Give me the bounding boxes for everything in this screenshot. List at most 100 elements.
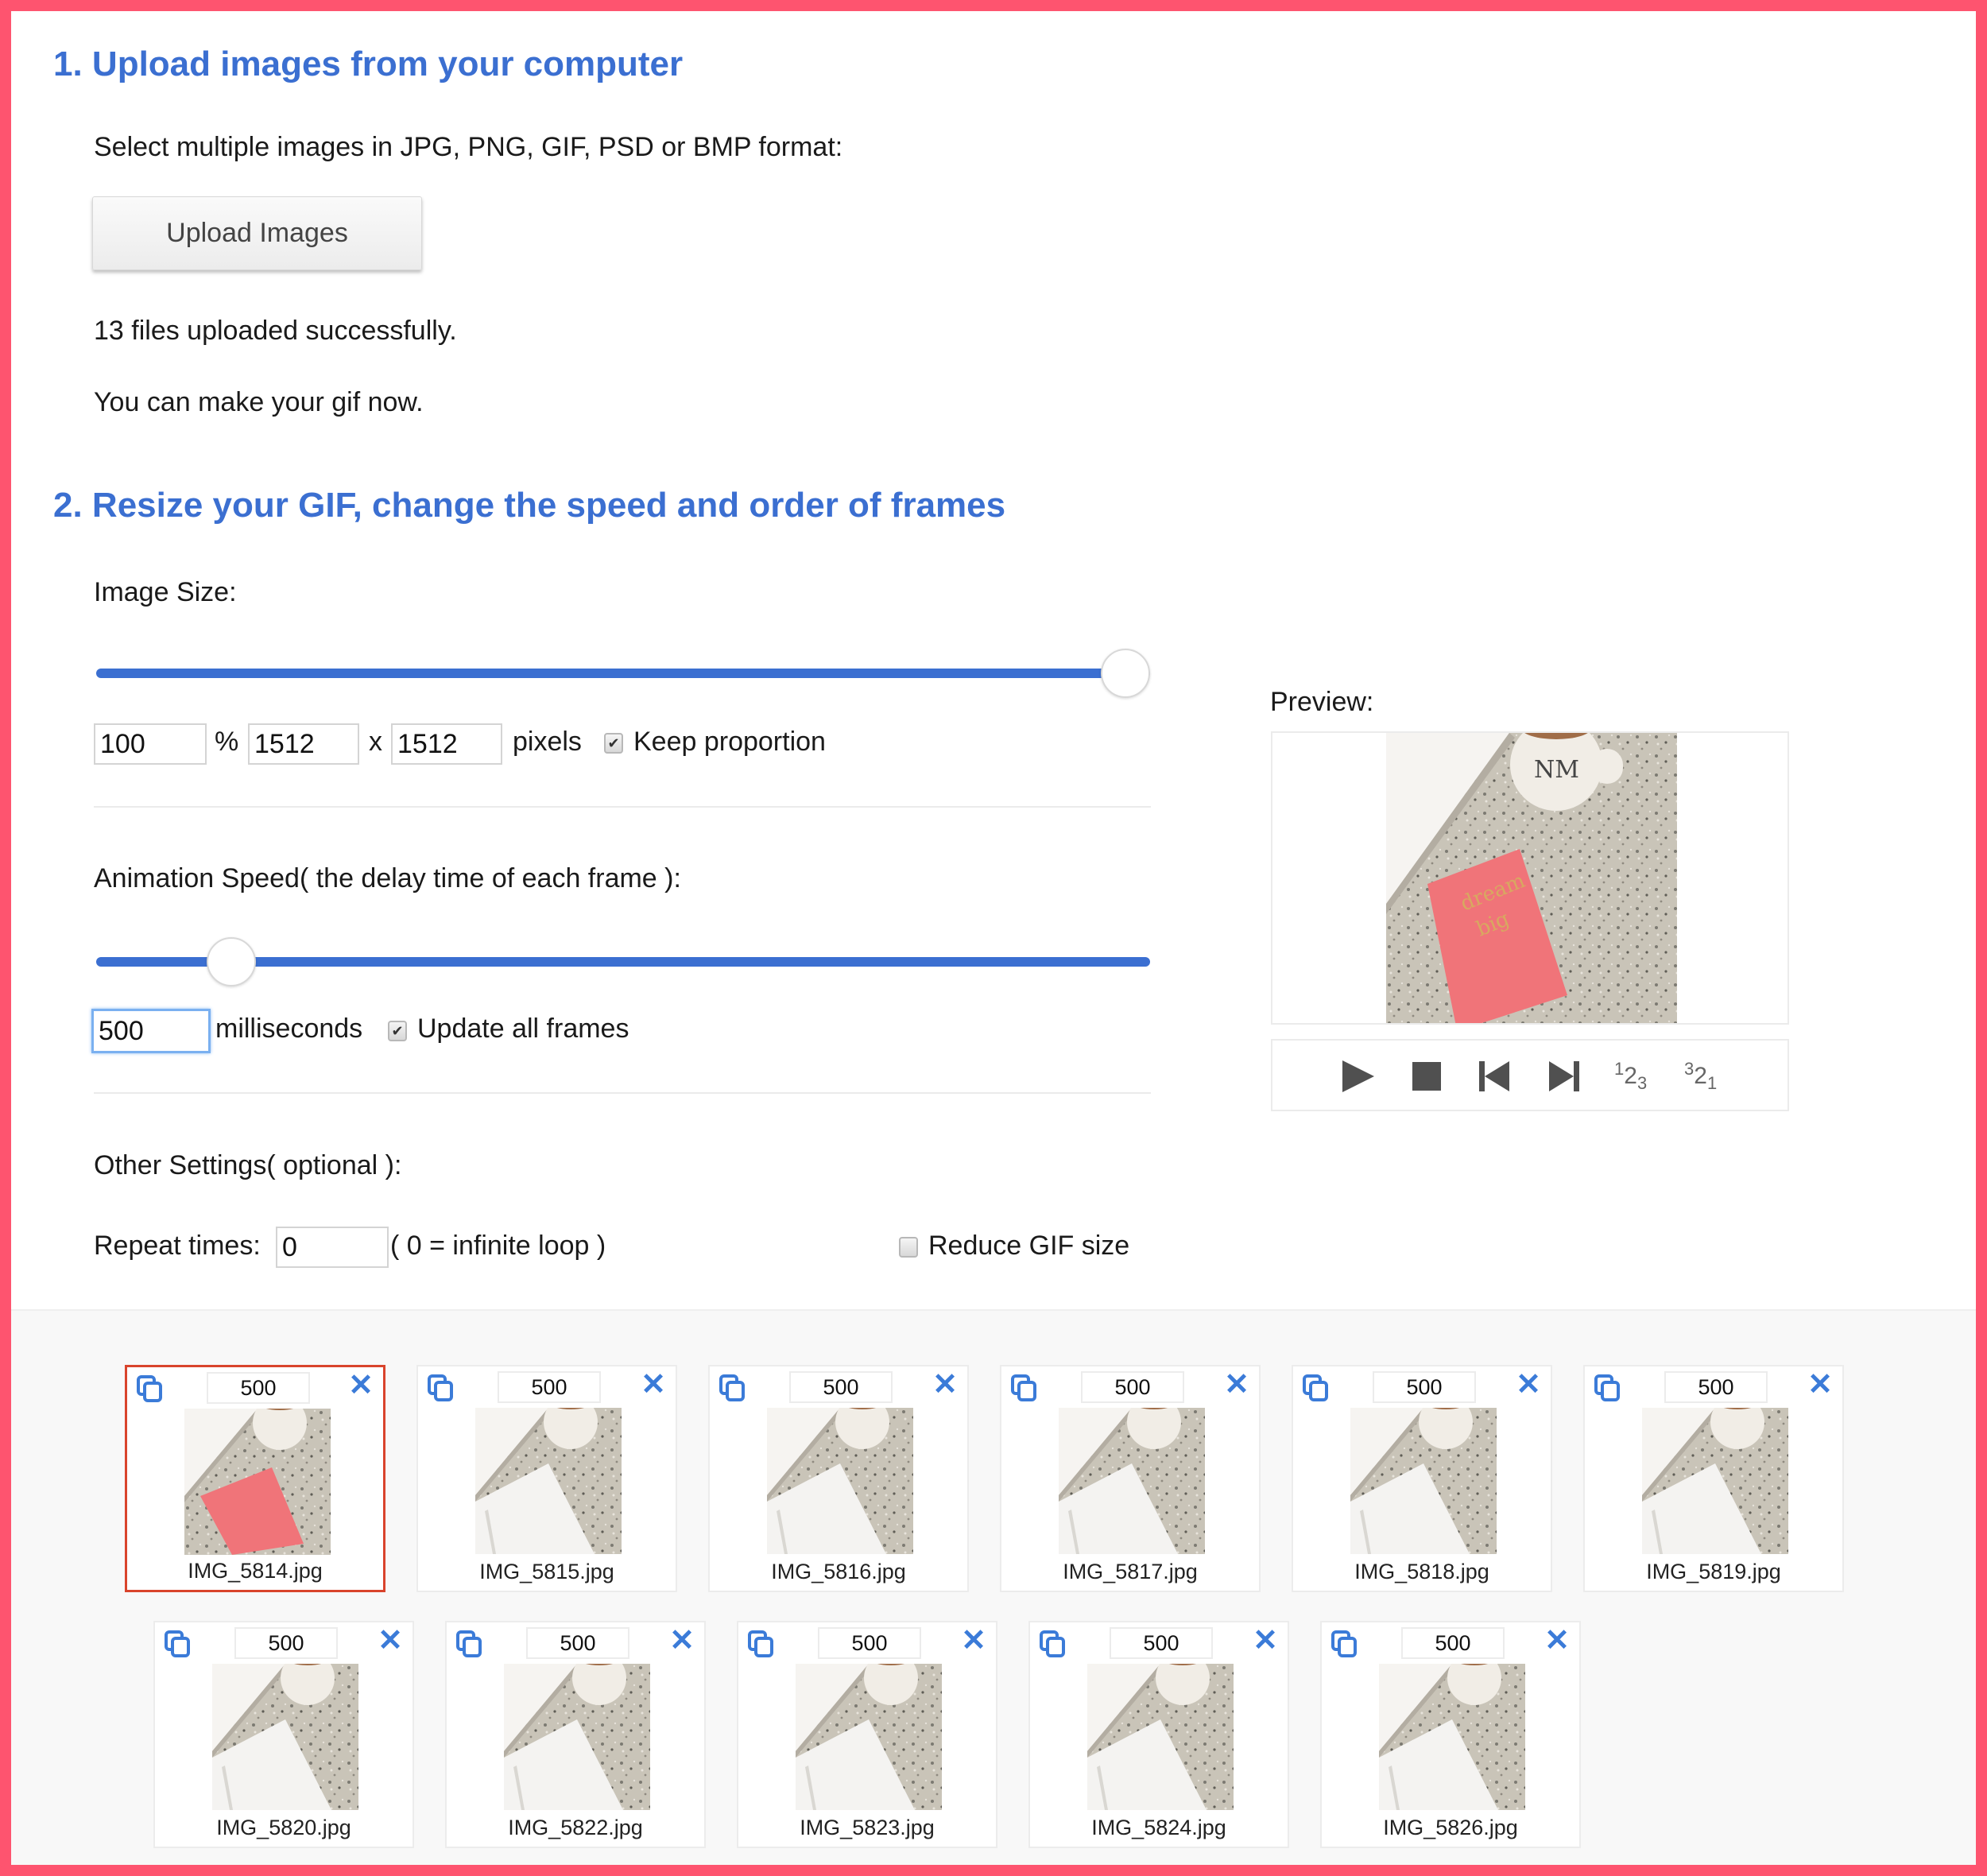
frame-delay-input[interactable] (526, 1627, 629, 1659)
frames-panel: ✕IMG_5814.jpg✕IMG_5815.jpg✕IMG_5816.jpg✕… (11, 1309, 1976, 1865)
preview-label: Preview: (1270, 687, 1374, 717)
frame-card[interactable]: ✕ IMG_5817.jpg (1000, 1365, 1261, 1592)
make-gif-message: You can make your gif now. (94, 387, 424, 417)
divider (94, 806, 1151, 808)
frame-card[interactable]: ✕ IMG_5814.jpg (125, 1365, 385, 1592)
duplicate-frame-icon[interactable] (1331, 1630, 1357, 1657)
svg-text:NM: NM (1534, 756, 1579, 784)
order-ascending-icon[interactable]: 123 (1614, 1058, 1647, 1095)
frame-filename: IMG_5815.jpg (479, 1560, 614, 1583)
frame-card[interactable]: ✕ IMG_5818.jpg (1292, 1365, 1552, 1592)
animation-speed-label: Animation Speed( the delay time of each … (94, 863, 681, 893)
remove-frame-icon[interactable]: ✕ (961, 1626, 986, 1656)
animation-speed-slider-handle[interactable] (207, 937, 257, 986)
frame-delay-input[interactable] (234, 1627, 338, 1659)
upload-images-button[interactable]: Upload Images (92, 196, 422, 270)
remove-frame-icon[interactable]: ✕ (932, 1370, 958, 1400)
play-icon[interactable] (1339, 1058, 1376, 1095)
remove-frame-icon[interactable]: ✕ (348, 1370, 374, 1401)
duplicate-frame-icon[interactable] (1011, 1374, 1036, 1401)
width-input[interactable] (248, 723, 359, 765)
delay-ms-input[interactable] (91, 1009, 211, 1053)
frame-delay-input[interactable] (1081, 1371, 1184, 1403)
duplicate-frame-icon[interactable] (1040, 1630, 1065, 1657)
animation-speed-slider[interactable] (96, 937, 1150, 986)
remove-frame-icon[interactable]: ✕ (1253, 1626, 1278, 1656)
duplicate-frame-icon[interactable] (1594, 1374, 1620, 1401)
frame-thumbnail (1350, 1408, 1497, 1554)
update-all-frames-label: Update all frames (417, 1014, 629, 1044)
frame-thumbnail (796, 1664, 942, 1810)
remove-frame-icon[interactable]: ✕ (1224, 1370, 1249, 1400)
frame-card[interactable]: ✕ IMG_5822.jpg (445, 1621, 706, 1848)
checkmark-icon: ✔ (391, 1023, 404, 1039)
frame-filename: IMG_5824.jpg (1091, 1816, 1226, 1839)
frame-filename: IMG_5820.jpg (216, 1816, 351, 1839)
upload-status: 13 files uploaded successfully. (94, 316, 457, 346)
frame-delay-input[interactable] (818, 1627, 921, 1659)
repeat-times-input[interactable] (276, 1227, 389, 1268)
frame-delay-input[interactable] (1401, 1627, 1505, 1659)
section-1-heading: 1. Upload images from your computer (53, 45, 684, 83)
frame-card[interactable]: ✕ IMG_5823.jpg (737, 1621, 997, 1848)
frame-delay-input[interactable] (1373, 1371, 1476, 1403)
image-size-slider[interactable] (96, 649, 1150, 698)
keep-proportion-checkbox[interactable]: ✔ (604, 733, 623, 754)
remove-frame-icon[interactable]: ✕ (1544, 1626, 1570, 1656)
size-percent-input[interactable] (94, 723, 207, 765)
update-all-frames-checkbox[interactable]: ✔ (388, 1021, 407, 1041)
remove-frame-icon[interactable]: ✕ (378, 1626, 403, 1656)
times-symbol: x (369, 727, 382, 757)
frame-delay-input[interactable] (207, 1372, 310, 1404)
preview-controls: 123 321 (1271, 1039, 1789, 1111)
duplicate-frame-icon[interactable] (456, 1630, 482, 1657)
frame-filename: IMG_5816.jpg (771, 1560, 906, 1583)
duplicate-frame-icon[interactable] (719, 1374, 745, 1401)
remove-frame-icon[interactable]: ✕ (1807, 1370, 1833, 1400)
frame-card[interactable]: ✕ IMG_5826.jpg (1320, 1621, 1581, 1848)
frame-card[interactable]: ✕ IMG_5820.jpg (153, 1621, 414, 1848)
frame-card[interactable]: ✕ IMG_5816.jpg (708, 1365, 969, 1592)
divider (94, 1092, 1151, 1094)
pixels-label: pixels (513, 727, 582, 757)
frame-thumbnail (1642, 1408, 1788, 1554)
frame-delay-input[interactable] (498, 1371, 601, 1403)
height-input[interactable] (391, 723, 502, 765)
page: 1. Upload images from your computer Sele… (11, 11, 1976, 1865)
milliseconds-label: milliseconds (215, 1014, 363, 1044)
frame-delay-input[interactable] (1110, 1627, 1213, 1659)
frame-thumbnail (504, 1664, 650, 1810)
order-descending-icon[interactable]: 321 (1684, 1058, 1717, 1095)
stop-icon[interactable] (1411, 1058, 1443, 1095)
next-frame-icon[interactable] (1547, 1058, 1581, 1095)
frame-filename: IMG_5818.jpg (1354, 1560, 1489, 1583)
section-2-heading: 2. Resize your GIF, change the speed and… (53, 486, 1006, 525)
image-size-slider-track[interactable] (96, 669, 1150, 678)
duplicate-frame-icon[interactable] (137, 1375, 162, 1402)
frame-thumbnail (475, 1408, 622, 1554)
keep-proportion-label: Keep proportion (633, 727, 826, 757)
infinite-loop-hint: ( 0 = infinite loop ) (390, 1231, 606, 1261)
frame-card[interactable]: ✕ IMG_5824.jpg (1028, 1621, 1289, 1848)
preview-image: NM dream big (1272, 733, 1788, 1023)
remove-frame-icon[interactable]: ✕ (669, 1626, 695, 1656)
duplicate-frame-icon[interactable] (165, 1630, 190, 1657)
frame-delay-input[interactable] (1664, 1371, 1768, 1403)
remove-frame-icon[interactable]: ✕ (641, 1370, 666, 1400)
remove-frame-icon[interactable]: ✕ (1516, 1370, 1541, 1400)
previous-frame-icon[interactable] (1478, 1058, 1511, 1095)
duplicate-frame-icon[interactable] (1303, 1374, 1328, 1401)
duplicate-frame-icon[interactable] (428, 1374, 453, 1401)
image-size-label: Image Size: (94, 577, 237, 607)
image-size-slider-handle[interactable] (1101, 649, 1150, 698)
frame-delay-input[interactable] (789, 1371, 893, 1403)
frame-card[interactable]: ✕ IMG_5815.jpg (416, 1365, 677, 1592)
frame-thumbnail (184, 1409, 331, 1555)
frame-thumbnail (212, 1664, 358, 1810)
frame-thumbnail (1087, 1664, 1234, 1810)
duplicate-frame-icon[interactable] (748, 1630, 773, 1657)
frame-card[interactable]: ✕ IMG_5819.jpg (1583, 1365, 1844, 1592)
reduce-gif-size-checkbox[interactable] (899, 1237, 918, 1258)
frame-filename: IMG_5823.jpg (800, 1816, 935, 1839)
frame-filename: IMG_5819.jpg (1646, 1560, 1781, 1583)
